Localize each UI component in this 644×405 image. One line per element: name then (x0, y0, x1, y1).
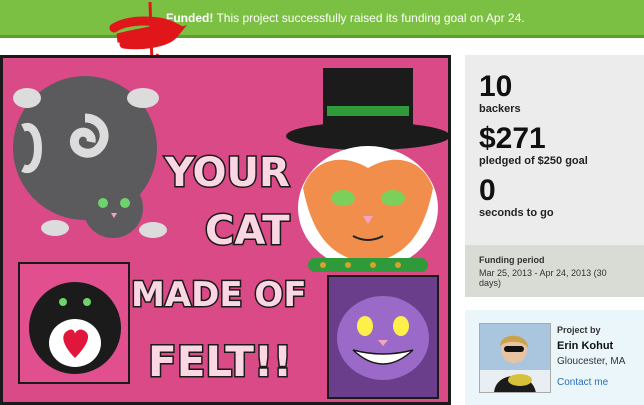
headline-line-2: CAT (205, 208, 290, 254)
project-by-label: Project by (557, 325, 601, 335)
funding-period-dates: Mar 25, 2013 - Apr 24, 2013 (30 days) (479, 268, 607, 288)
pledged-label: pledged of $250 goal (479, 155, 588, 167)
funding-period-label: Funding period (479, 255, 545, 265)
funding-period-panel: Funding period Mar 25, 2013 - Apr 24, 20… (465, 245, 644, 297)
purple-cheshire-cat-ornament (327, 275, 439, 399)
pledged-amount: $271 (479, 122, 546, 155)
creator-location: Gloucester, MA (557, 356, 626, 367)
creator-panel: Project by Erin Kohut Gloucester, MA Con… (465, 310, 644, 405)
gray-cat-ornament (13, 76, 167, 238)
time-remaining-label: seconds to go (479, 207, 554, 219)
time-remaining-count: 0 (479, 174, 496, 207)
headline-line-3: MADE OF (131, 275, 307, 315)
backers-count: 10 (479, 70, 513, 103)
funded-message: This project successfully raised its fun… (213, 11, 525, 25)
felt-cats-illustration: YOUR CAT MADE OF FELT!! (13, 68, 448, 399)
headline-line-4: FELT!! (148, 337, 292, 386)
contact-me-link[interactable]: Contact me (557, 377, 625, 388)
headline-line-1: YOUR (164, 150, 290, 196)
orange-tophat-cat-ornament (286, 68, 448, 272)
creator-avatar[interactable] (479, 323, 551, 393)
black-white-cat-ornament (18, 262, 130, 384)
funding-stats-panel: 10 backers $271 pledged of $250 goal 0 s… (465, 55, 644, 245)
creator-name[interactable]: Erin Kohut (557, 340, 625, 352)
funded-banner: Funded! This project successfully raised… (0, 0, 644, 38)
backers-label: backers (479, 103, 521, 115)
project-hero-image[interactable]: YOUR CAT MADE OF FELT!! (0, 55, 451, 405)
